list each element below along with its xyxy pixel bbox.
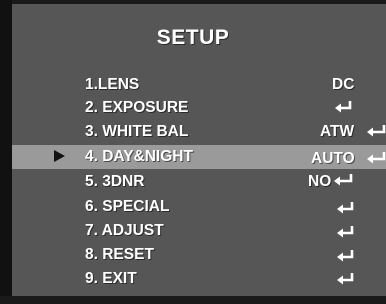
enter-icon	[336, 248, 356, 264]
enter-icon	[366, 150, 386, 166]
menu-item-lens[interactable]: 1.LENS DC	[0, 73, 386, 97]
enter-icon	[366, 123, 386, 139]
enter-icon	[334, 99, 354, 115]
menu-item-label: 2. EXPOSURE	[85, 99, 189, 116]
menu-title: SETUP	[156, 26, 230, 49]
menu-item-adjust[interactable]: 7. ADJUST	[0, 219, 386, 243]
menu-item-day-night[interactable]: 4. DAY&NIGHT AUTO	[0, 145, 386, 169]
enter-icon	[336, 224, 356, 240]
menu-item-label: 5. 3DNR	[85, 173, 145, 190]
frame-bottom-border	[0, 296, 386, 304]
right-triangle-cursor-icon	[54, 150, 65, 162]
menu-item-3dnr[interactable]: 5. 3DNR NO	[0, 170, 386, 194]
menu-item-value: NO	[308, 173, 332, 190]
enter-icon	[333, 172, 353, 188]
menu-item-exit[interactable]: 9. EXIT	[0, 267, 386, 291]
menu-item-label: 4. DAY&NIGHT	[85, 148, 193, 165]
osd-setup-menu: SETUP 1.LENS DC 2. EXPOSURE 3. WHITE BAL…	[0, 0, 386, 304]
enter-icon	[336, 271, 356, 287]
menu-item-value: DC	[332, 76, 355, 93]
menu-item-value: AUTO	[311, 150, 355, 167]
menu-item-label: 1.LENS	[85, 76, 140, 93]
menu-item-label: 8. RESET	[85, 246, 154, 263]
menu-item-label: 3. WHITE BAL	[85, 123, 189, 140]
menu-item-reset[interactable]: 8. RESET	[0, 243, 386, 267]
menu-item-label: 9. EXIT	[85, 270, 137, 287]
menu-item-white-bal[interactable]: 3. WHITE BAL ATW	[0, 120, 386, 144]
menu-item-label: 6. SPECIAL	[85, 198, 170, 215]
menu-item-special[interactable]: 6. SPECIAL	[0, 195, 386, 219]
frame-top-border	[0, 0, 386, 4]
menu-item-exposure[interactable]: 2. EXPOSURE	[0, 96, 386, 120]
menu-item-label: 7. ADJUST	[85, 222, 164, 239]
menu-item-value: ATW	[320, 123, 355, 140]
enter-icon	[336, 200, 356, 216]
